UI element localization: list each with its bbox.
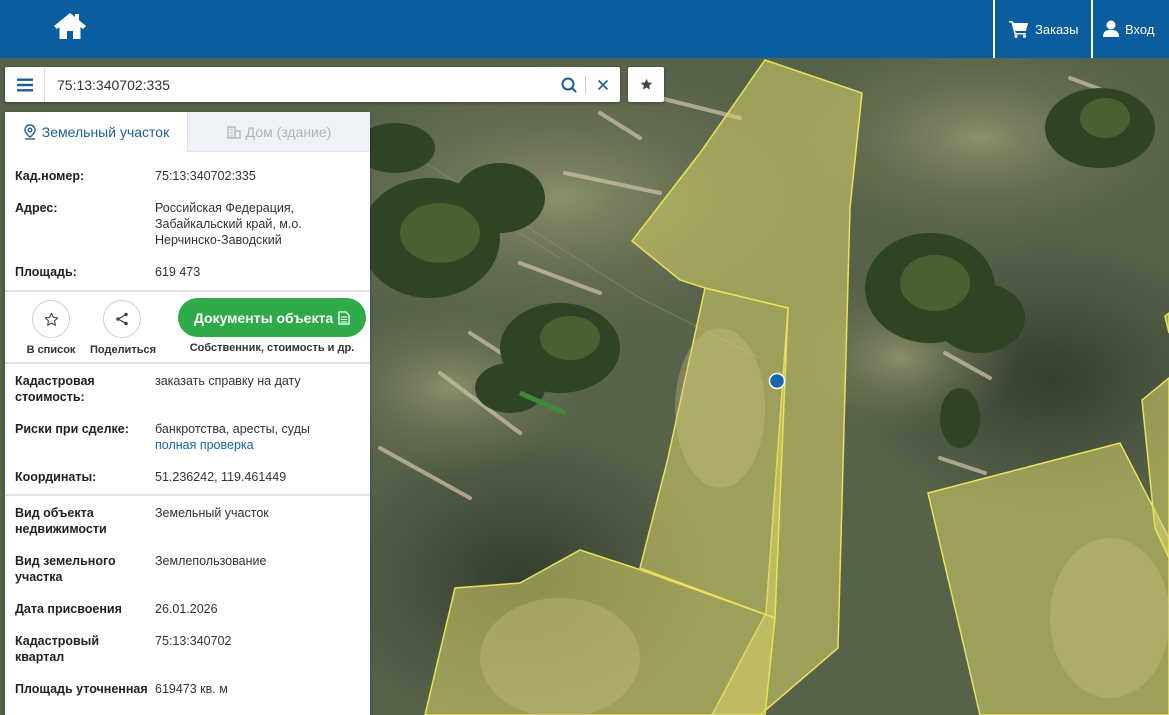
order-certificate-link[interactable]: заказать справку на дату: [155, 373, 360, 405]
area-precise-value: 619473 кв. м: [155, 682, 228, 696]
quarter-label: Кадастровый квартал: [15, 634, 100, 664]
date-label: Дата присвоения: [15, 602, 122, 616]
address-row: Адрес: Российская Федерация, Забайкальск…: [15, 200, 360, 248]
date-row: Дата присвоения 26.01.2026: [15, 601, 360, 617]
object-type-value: Земельный участок: [155, 506, 269, 520]
favorites-button[interactable]: [628, 67, 664, 102]
object-info-panel: Земельный участок Дом (здание) Кад.номер…: [5, 112, 370, 715]
menu-button[interactable]: [5, 67, 45, 102]
share-label: Поделиться: [89, 344, 157, 356]
cad-cost-row: Кадастровая стоимость: заказать справку …: [15, 373, 360, 405]
land-type-row: Вид земельного участка Землепользование: [15, 553, 360, 585]
share-icon: [116, 312, 128, 326]
land-type-value: Землепользование: [155, 554, 267, 568]
area-precise-row: Площадь уточненная 619473 кв. м: [15, 681, 360, 697]
cad-cost-label: Кадастровая стоимость:: [15, 374, 95, 404]
search-icon: [561, 77, 577, 92]
tab-land-plot[interactable]: Земельный участок: [5, 112, 187, 152]
document-icon: [338, 310, 350, 325]
add-to-list-label: В список: [26, 344, 76, 356]
star-icon: [640, 78, 652, 90]
orders-button[interactable]: Заказы: [993, 0, 1091, 58]
cart-icon: [1009, 21, 1028, 38]
user-icon: [1103, 20, 1119, 37]
divider: [5, 362, 370, 364]
home-button[interactable]: [50, 8, 90, 44]
quarter-value: 75:13:340702: [155, 634, 232, 648]
address-value: Российская Федерация, Забайкальский край…: [155, 201, 302, 247]
date-value: 26.01.2026: [155, 602, 218, 616]
object-documents-subtitle: Собственник, стоимость и др.: [189, 342, 355, 354]
search-button[interactable]: [553, 67, 585, 102]
area-label: Площадь:: [15, 265, 77, 279]
building-icon: [227, 125, 241, 139]
login-label: Вход: [1125, 21, 1155, 37]
orders-label: Заказы: [1035, 21, 1079, 37]
add-to-list-button[interactable]: [32, 300, 70, 338]
tab-house[interactable]: Дом (здание): [187, 112, 370, 152]
object-documents-label: Документы объекта: [193, 309, 334, 326]
divider: [5, 494, 370, 496]
full-check-link[interactable]: полная проверка: [155, 437, 360, 453]
panel-tabs: Земельный участок Дом (здание): [5, 112, 370, 152]
risks-row: Риски при сделке: банкротства, аресты, с…: [15, 421, 360, 453]
object-type-row: Вид объекта недвижимости Земельный участ…: [15, 505, 360, 537]
top-bar: Заказы Вход: [0, 0, 1169, 58]
menu-icon: [16, 78, 33, 91]
risks-value: банкротства, аресты, суды: [155, 422, 310, 436]
object-type-label: Вид объекта недвижимости: [15, 506, 107, 536]
cad-number-row: Кад.номер: 75:13:340702:335: [15, 168, 360, 184]
address-label: Адрес:: [15, 201, 58, 215]
area-precise-label: Площадь уточненная: [15, 682, 148, 696]
tab-land-plot-label: Земельный участок: [41, 124, 170, 140]
coords-value: 51.236242, 119.461449: [155, 470, 287, 484]
area-row: Площадь: 619 473: [15, 264, 360, 280]
search-bar: [5, 67, 620, 102]
coords-row: Координаты: 51.236242, 119.461449: [15, 469, 360, 485]
tab-house-label: Дом (здание): [245, 123, 332, 140]
cad-number-link[interactable]: 75:13:340702:335: [155, 168, 360, 184]
risks-label: Риски при сделке:: [15, 422, 129, 436]
area-value: 619 473: [155, 265, 201, 279]
home-icon: [54, 13, 86, 39]
location-marker[interactable]: [768, 372, 786, 390]
share-button[interactable]: [103, 300, 141, 338]
clear-search-button[interactable]: [586, 67, 620, 102]
map-pin-icon: [24, 124, 36, 140]
close-icon: [597, 79, 609, 90]
land-type-label: Вид земельного участка: [15, 554, 116, 584]
coords-label: Координаты:: [15, 470, 97, 484]
quarter-row: Кадастровый квартал 75:13:340702: [15, 633, 360, 665]
login-button[interactable]: Вход: [1091, 0, 1169, 58]
action-bar: В список Поделиться Документы объекта Со…: [15, 292, 366, 362]
star-outline-icon: [44, 312, 58, 326]
cad-number-label: Кад.номер:: [15, 169, 85, 183]
object-documents-button[interactable]: Документы объекта: [178, 298, 366, 337]
search-input[interactable]: [45, 68, 553, 101]
